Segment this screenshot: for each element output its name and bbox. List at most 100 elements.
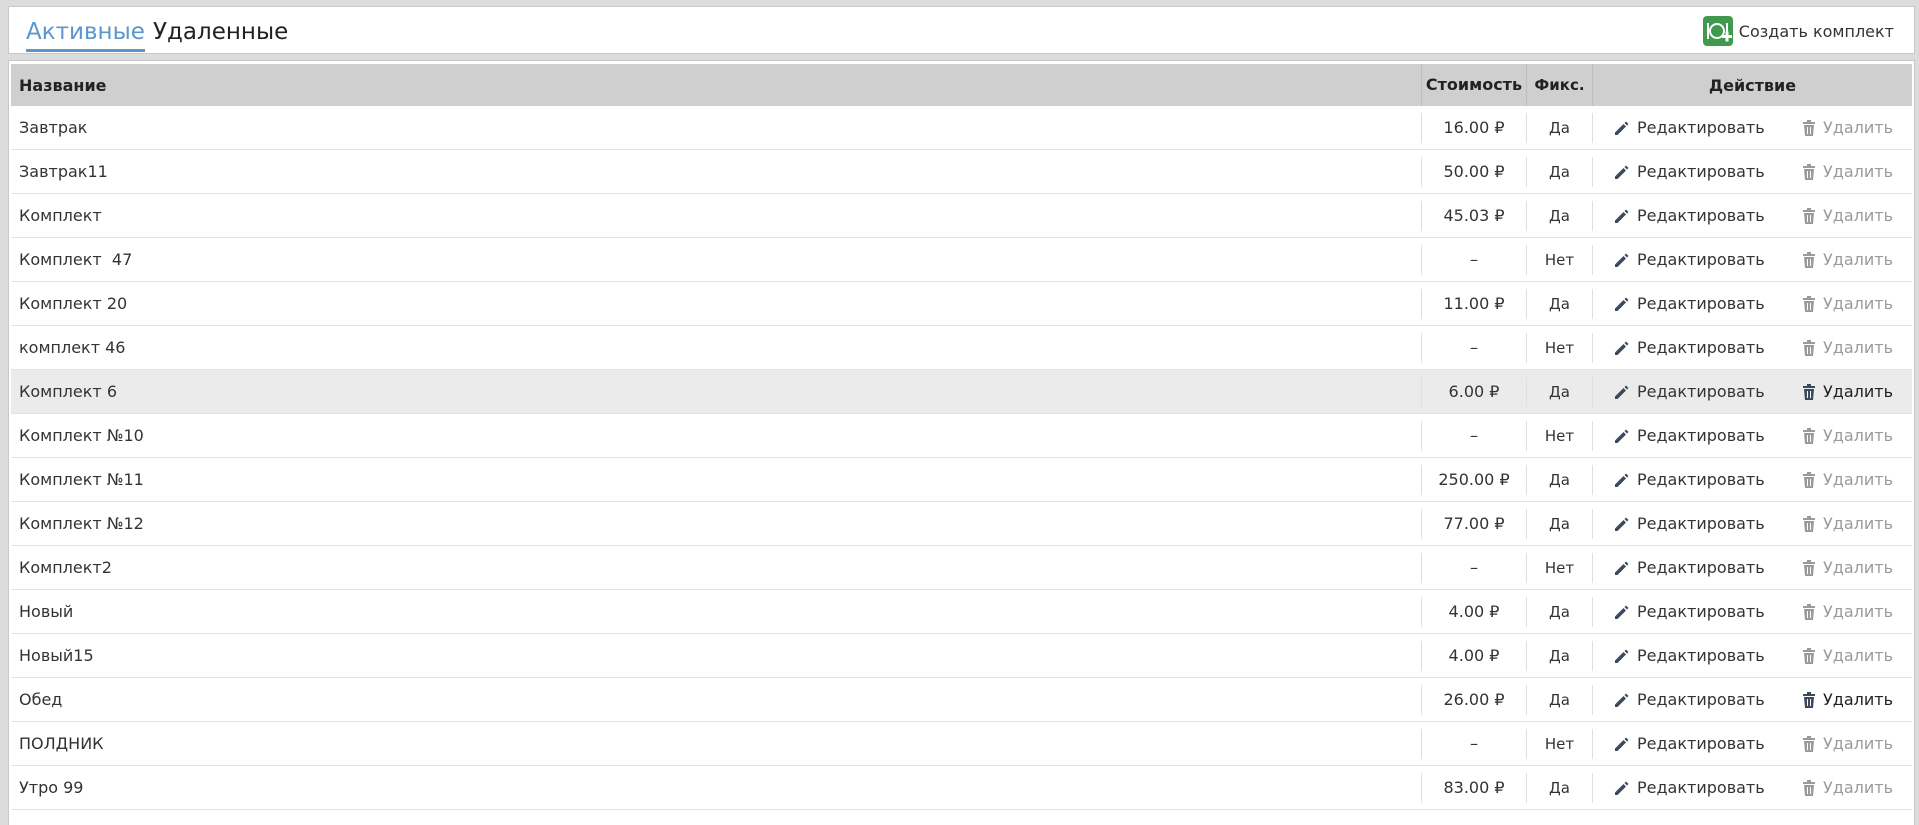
edit-button[interactable]: Редактировать [1613,294,1793,313]
table-row: Новый 4.00 ₽ Да Редактировать Удалить [11,590,1912,634]
row-actions: Редактировать Удалить [1593,773,1912,803]
table-body: Завтрак 16.00 ₽ Да Редактировать Удалить Завт… [11,106,1912,810]
edit-button[interactable]: Редактировать [1613,514,1793,533]
delete-button[interactable]: Удалить [1801,250,1893,269]
kit-name: Комплект 6 [19,382,117,401]
column-header-action: Действие [1708,75,1797,95]
kit-name: Комплект2 [19,558,112,577]
pencil-icon [1613,735,1631,753]
delete-button[interactable]: Удалить [1801,426,1893,445]
column-header-name: Название [19,75,107,95]
edit-label: Редактировать [1637,690,1765,709]
edit-label: Редактировать [1637,778,1765,797]
kit-cost: – [1421,244,1527,275]
kit-cost: – [1421,332,1527,363]
create-kit-button[interactable]: Создать комплект [1702,15,1894,47]
trash-icon [1801,779,1817,797]
delete-button[interactable]: Удалить [1801,206,1893,225]
kit-fixed: Да [1527,156,1593,187]
delete-label: Удалить [1823,162,1893,181]
delete-button[interactable]: Удалить [1801,118,1893,137]
delete-label: Удалить [1823,470,1893,489]
edit-label: Редактировать [1637,734,1765,753]
table-row: Завтрак 16.00 ₽ Да Редактировать Удалить [11,106,1912,150]
kit-fixed: Да [1527,640,1593,671]
delete-button[interactable]: Удалить [1801,470,1893,489]
edit-button[interactable]: Редактировать [1613,558,1793,577]
edit-button[interactable]: Редактировать [1613,646,1793,665]
delete-button[interactable]: Удалить [1801,514,1893,533]
kit-cost: – [1421,728,1527,759]
tab-active[interactable]: Активные [26,17,145,52]
table-row: Комплект 20 11.00 ₽ Да Редактировать Удалить [11,282,1912,326]
edit-button[interactable]: Редактировать [1613,338,1793,357]
row-actions: Редактировать Удалить [1593,597,1912,627]
edit-label: Редактировать [1637,470,1765,489]
edit-button[interactable]: Редактировать [1613,382,1793,401]
kit-cost: 6.00 ₽ [1421,376,1527,407]
delete-button[interactable]: Удалить [1801,558,1893,577]
edit-button[interactable]: Редактировать [1613,734,1793,753]
delete-button[interactable]: Удалить [1801,294,1893,313]
kit-fixed: Да [1527,508,1593,539]
kit-cost: 50.00 ₽ [1421,156,1527,187]
edit-button[interactable]: Редактировать [1613,470,1793,489]
trash-icon [1801,339,1817,357]
kit-cost: 77.00 ₽ [1421,508,1527,539]
kit-fixed: Да [1527,200,1593,231]
edit-button[interactable]: Редактировать [1613,690,1793,709]
delete-button[interactable]: Удалить [1801,734,1893,753]
pencil-icon [1613,163,1631,181]
pencil-icon [1613,779,1631,797]
table-row: Обед 26.00 ₽ Да Редактировать Удалить [11,678,1912,722]
table-row: Утро 99 83.00 ₽ Да Редактировать Удалить [11,766,1912,810]
delete-button[interactable]: Удалить [1801,690,1893,709]
delete-button[interactable]: Удалить [1801,338,1893,357]
pencil-icon [1613,295,1631,313]
kit-fixed: Нет [1527,552,1593,583]
delete-button[interactable]: Удалить [1801,602,1893,621]
table-row: Комплект №10 – Нет Редактировать Удалить [11,414,1912,458]
kit-fixed: Да [1527,112,1593,143]
edit-label: Редактировать [1637,558,1765,577]
delete-button[interactable]: Удалить [1801,162,1893,181]
edit-button[interactable]: Редактировать [1613,118,1793,137]
pencil-icon [1613,471,1631,489]
delete-button[interactable]: Удалить [1801,382,1893,401]
kit-fixed: Да [1527,772,1593,803]
edit-button[interactable]: Редактировать [1613,162,1793,181]
create-kit-label: Создать комплект [1738,21,1894,41]
delete-label: Удалить [1823,646,1893,665]
table-row: ПОЛДНИК – Нет Редактировать Удалить [11,722,1912,766]
edit-label: Редактировать [1637,294,1765,313]
table-row: Комплект 45.03 ₽ Да Редактировать Удалить [11,194,1912,238]
kit-cost: 4.00 ₽ [1421,596,1527,627]
edit-label: Редактировать [1637,338,1765,357]
table-row: Комплект №12 77.00 ₽ Да Редактировать Удалит… [11,502,1912,546]
kits-table: Название Стоимость Фикс. Действие Завтра… [11,64,1912,810]
edit-button[interactable]: Редактировать [1613,250,1793,269]
delete-label: Удалить [1823,118,1893,137]
trash-icon [1801,559,1817,577]
kit-name: Утро 99 [19,778,84,797]
edit-button[interactable]: Редактировать [1613,778,1793,797]
delete-label: Удалить [1823,602,1893,621]
kit-fixed: Да [1527,596,1593,627]
pencil-icon [1613,647,1631,665]
edit-label: Редактировать [1637,646,1765,665]
edit-button[interactable]: Редактировать [1613,206,1793,225]
kit-fixed: Нет [1527,420,1593,451]
row-actions: Редактировать Удалить [1593,289,1912,319]
kit-fixed: Да [1527,288,1593,319]
kit-name: ПОЛДНИК [19,734,104,753]
delete-button[interactable]: Удалить [1801,646,1893,665]
tab-deleted[interactable]: Удаленные [153,17,288,47]
delete-label: Удалить [1823,382,1893,401]
kit-name: Завтрак11 [19,162,108,181]
edit-button[interactable]: Редактировать [1613,602,1793,621]
delete-button[interactable]: Удалить [1801,778,1893,797]
table-row: Комплект №11 250.00 ₽ Да Редактировать Удали… [11,458,1912,502]
edit-label: Редактировать [1637,602,1765,621]
edit-button[interactable]: Редактировать [1613,426,1793,445]
trash-icon [1801,515,1817,533]
